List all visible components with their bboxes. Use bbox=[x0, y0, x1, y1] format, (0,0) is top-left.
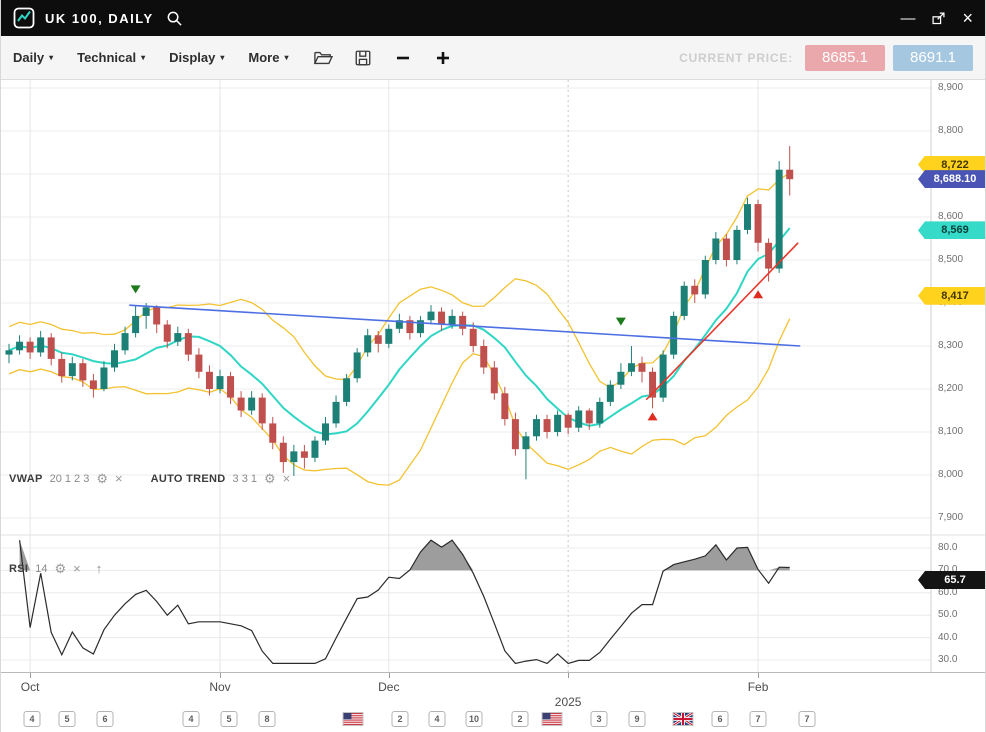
axis-tick-label: 8,900 bbox=[938, 82, 963, 93]
close-icon[interactable]: × bbox=[962, 9, 973, 27]
event-count-icon[interactable]: 5 bbox=[59, 711, 76, 727]
rsi-params: 14 bbox=[35, 563, 47, 575]
axis-tick-label: 8,000 bbox=[938, 469, 963, 480]
time-axis-label: Nov bbox=[209, 680, 230, 694]
axis-tick-label: 8,400 bbox=[938, 297, 963, 308]
event-count-icon[interactable]: 6 bbox=[712, 711, 729, 727]
minimize-button[interactable]: — bbox=[900, 11, 915, 26]
timeframe-dropdown-label: Daily bbox=[13, 50, 44, 65]
display-dropdown[interactable]: Display ▾ bbox=[169, 50, 224, 65]
folder-open-icon bbox=[313, 49, 333, 67]
rsi-remove-icon[interactable]: × bbox=[73, 562, 81, 575]
event-count-icon[interactable]: 4 bbox=[24, 711, 41, 727]
technical-dropdown[interactable]: Technical ▾ bbox=[77, 50, 145, 65]
axis-tick-label: 8,700 bbox=[938, 168, 963, 179]
rsi-label: RSI bbox=[9, 563, 28, 575]
open-layout-button[interactable] bbox=[312, 47, 334, 69]
title-bar: UK 100, DAILY — × bbox=[1, 0, 985, 36]
axis-tick-label: 8,600 bbox=[938, 211, 963, 222]
plus-icon bbox=[434, 49, 452, 67]
price-axis[interactable]: 7,900 8,000 8,100 8,200 8,300 8,400 8,500 8,600… bbox=[931, 80, 986, 672]
more-dropdown-label: More bbox=[248, 50, 279, 65]
chevron-down-icon: ▾ bbox=[284, 53, 288, 62]
zoom-in-button[interactable] bbox=[432, 47, 454, 69]
price-chart-canvas[interactable] bbox=[1, 80, 986, 672]
autotrend-label: AUTO TREND bbox=[151, 473, 226, 485]
uk-flag-icon[interactable] bbox=[673, 712, 694, 726]
current-price-label: CURRENT PRICE: bbox=[679, 51, 793, 65]
axis-tick-label: 8,800 bbox=[938, 125, 963, 136]
autotrend-remove-icon[interactable]: × bbox=[283, 472, 291, 485]
time-axis-tick bbox=[568, 673, 569, 678]
vwap-params: 20 1 2 3 bbox=[50, 473, 90, 485]
axis-tick-label: 8,200 bbox=[938, 383, 963, 394]
event-count-icon[interactable]: 2 bbox=[392, 711, 409, 727]
event-count-icon[interactable]: 8 bbox=[259, 711, 276, 727]
save-layout-button[interactable] bbox=[352, 47, 374, 69]
vwap-settings-gear-icon[interactable]: ⚙ bbox=[96, 472, 108, 485]
timeframe-dropdown[interactable]: Daily ▾ bbox=[13, 50, 53, 65]
chevron-down-icon: ▾ bbox=[141, 53, 145, 62]
search-icon[interactable] bbox=[166, 10, 183, 27]
event-count-icon[interactable]: 7 bbox=[750, 711, 767, 727]
time-axis-tick bbox=[389, 673, 390, 678]
sell-price-button[interactable]: 8685.1 bbox=[805, 45, 885, 71]
time-axis-tick bbox=[220, 673, 221, 678]
rsi-indicator-row: RSI 14 ⚙ × ↑ bbox=[9, 561, 102, 576]
time-axis-label: 2025 bbox=[555, 695, 582, 709]
event-count-icon[interactable]: 2 bbox=[512, 711, 529, 727]
toolbar: Daily ▾ Technical ▾ Display ▾ More ▾ bbox=[1, 36, 985, 80]
current-price-group: CURRENT PRICE: 8685.1 8691.1 bbox=[679, 45, 973, 71]
rsi-settings-gear-icon[interactable]: ⚙ bbox=[55, 562, 67, 575]
axis-tick-label: 8,100 bbox=[938, 426, 963, 437]
axis-tick-label: 30.0 bbox=[938, 654, 957, 665]
event-count-icon[interactable]: 4 bbox=[429, 711, 446, 727]
app-logo-icon bbox=[13, 7, 35, 29]
technical-dropdown-label: Technical bbox=[77, 50, 136, 65]
axis-tick-label: 70.0 bbox=[938, 564, 957, 575]
time-axis-label: Oct bbox=[21, 680, 40, 694]
chart-area: 7,900 8,000 8,100 8,200 8,300 8,400 8,500 8,600… bbox=[1, 80, 986, 672]
autotrend-settings-gear-icon[interactable]: ⚙ bbox=[264, 472, 276, 485]
us-flag-icon[interactable] bbox=[542, 712, 563, 726]
save-icon bbox=[354, 49, 372, 67]
chart-window: UK 100, DAILY — × Daily ▾ Technical ▾ Di… bbox=[0, 0, 986, 732]
window-controls: — × bbox=[900, 9, 973, 27]
time-axis-label: Dec bbox=[378, 680, 399, 694]
us-flag-icon[interactable] bbox=[343, 712, 364, 726]
vwap-remove-icon[interactable]: × bbox=[115, 472, 123, 485]
time-axis-tick bbox=[30, 673, 31, 678]
event-count-icon[interactable]: 5 bbox=[221, 711, 238, 727]
time-axis-tick bbox=[758, 673, 759, 678]
event-count-icon[interactable]: 7 bbox=[799, 711, 816, 727]
time-axis-label: Feb bbox=[748, 680, 769, 694]
event-count-icon[interactable]: 10 bbox=[466, 711, 483, 727]
axis-tick-label: 60.0 bbox=[938, 587, 957, 598]
axis-tick-label: 8,500 bbox=[938, 254, 963, 265]
axis-tick-label: 7,900 bbox=[938, 512, 963, 523]
chart-title: UK 100, DAILY bbox=[45, 11, 154, 26]
chevron-down-icon: ▾ bbox=[49, 53, 53, 62]
display-dropdown-label: Display bbox=[169, 50, 215, 65]
time-axis[interactable]: Oct Nov Dec 2025 Feb 4 5 6 4 5 8 2 4 10 2 3 9 6 7 7 bbox=[1, 672, 986, 732]
vwap-label: VWAP bbox=[9, 473, 43, 485]
minus-icon bbox=[394, 49, 412, 67]
axis-tick-label: 50.0 bbox=[938, 609, 957, 620]
axis-tick-label: 40.0 bbox=[938, 632, 957, 643]
chevron-down-icon: ▾ bbox=[220, 53, 224, 62]
autotrend-params: 3 3 1 bbox=[233, 473, 257, 485]
event-count-icon[interactable]: 4 bbox=[183, 711, 200, 727]
indicator-labels-row: VWAP 20 1 2 3 ⚙ × AUTO TREND 3 3 1 ⚙ × bbox=[9, 472, 290, 485]
event-count-icon[interactable]: 9 bbox=[629, 711, 646, 727]
zoom-out-button[interactable] bbox=[392, 47, 414, 69]
axis-tick-label: 80.0 bbox=[938, 542, 957, 553]
buy-price-button[interactable]: 8691.1 bbox=[893, 45, 973, 71]
event-count-icon[interactable]: 6 bbox=[97, 711, 114, 727]
rsi-expand-arrow-icon[interactable]: ↑ bbox=[96, 561, 103, 576]
event-count-icon[interactable]: 3 bbox=[591, 711, 608, 727]
more-dropdown[interactable]: More ▾ bbox=[248, 50, 288, 65]
popout-button[interactable] bbox=[931, 11, 946, 26]
axis-tick-label: 8,300 bbox=[938, 340, 963, 351]
